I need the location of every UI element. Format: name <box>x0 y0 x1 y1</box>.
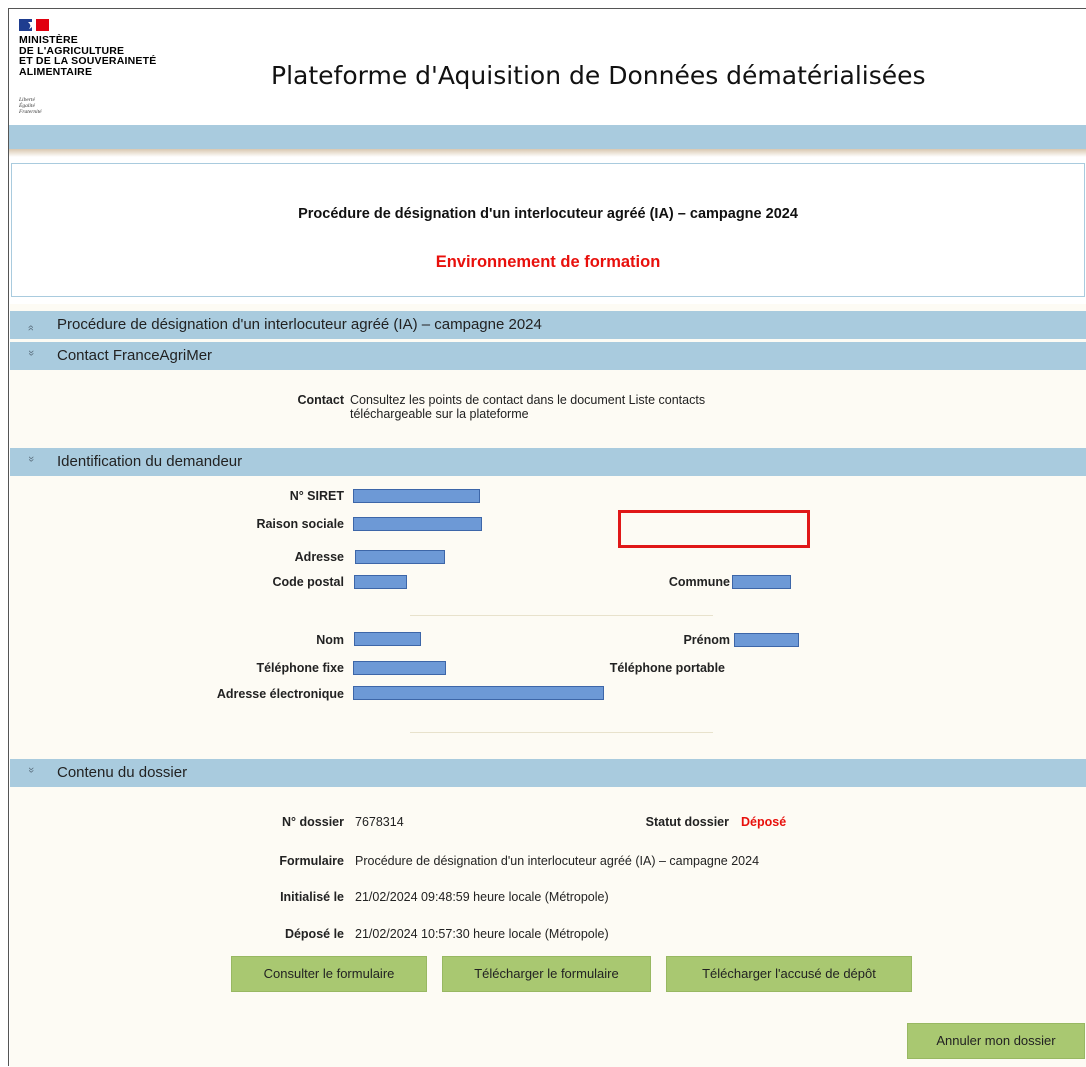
divider <box>410 732 713 733</box>
nom-label: Nom <box>316 633 344 647</box>
chevron-double-up-icon: » <box>25 324 37 331</box>
republic-motto: Liberté Égalité Fraternité <box>19 97 42 115</box>
adresse-label: Adresse <box>294 550 344 564</box>
raison-sociale-redacted <box>353 517 482 531</box>
dossier-number-label: N° dossier <box>282 815 344 829</box>
code-postal-label: Code postal <box>272 575 344 589</box>
top-nav-bar <box>9 125 1086 149</box>
nom-redacted <box>354 632 421 646</box>
section-header-procedure[interactable]: » Procédure de désignation d'un interloc… <box>10 311 1086 339</box>
formulaire-label: Formulaire <box>279 854 344 868</box>
main-content: » Procédure de désignation d'un interloc… <box>10 304 1086 1067</box>
code-postal-redacted <box>354 575 407 589</box>
telecharger-accuse-button[interactable]: Télécharger l'accusé de dépôt <box>666 956 912 992</box>
commune-label: Commune <box>668 575 730 589</box>
section-label: Contact FranceAgriMer <box>57 347 213 364</box>
chevron-double-down-icon: » <box>25 767 37 774</box>
commune-redacted <box>732 575 791 589</box>
initialise-value: 21/02/2024 09:48:59 heure locale (Métrop… <box>355 890 609 904</box>
section-header-dossier[interactable]: » Contenu du dossier <box>10 759 1086 787</box>
section-header-contact[interactable]: » Contact FranceAgriMer <box>10 342 1086 370</box>
raison-sociale-label: Raison sociale <box>256 517 344 531</box>
section-label: Procédure de désignation d'un interlocut… <box>57 316 542 333</box>
banner-title: Procédure de désignation d'un interlocut… <box>298 206 798 222</box>
top-bar-shadow <box>9 149 1086 157</box>
chevron-double-down-icon: » <box>25 350 37 357</box>
contact-label: Contact <box>297 393 344 407</box>
status-value: Déposé <box>741 815 787 829</box>
marianne-flag-icon <box>19 19 49 31</box>
depose-label: Déposé le <box>284 927 344 941</box>
status-label: Statut dossier <box>645 815 729 829</box>
tel-fixe-redacted <box>353 661 446 675</box>
siret-label: N° SIRET <box>289 489 344 503</box>
email-redacted <box>353 686 604 700</box>
prenom-redacted <box>734 633 799 647</box>
annuler-dossier-button[interactable]: Annuler mon dossier <box>907 1023 1085 1059</box>
depose-value: 21/02/2024 10:57:30 heure locale (Métrop… <box>355 927 609 941</box>
contact-text-line2: téléchargeable sur la plateforme <box>350 407 529 421</box>
app-title: Plateforme d'Aquisition de Données démat… <box>271 61 926 90</box>
initialise-label: Initialisé le <box>280 890 344 904</box>
email-label: Adresse électronique <box>216 687 344 701</box>
section-label: Identification du demandeur <box>57 453 243 470</box>
telecharger-formulaire-button[interactable]: Télécharger le formulaire <box>442 956 651 992</box>
tel-portable-label: Téléphone portable <box>609 661 725 675</box>
tel-fixe-label: Téléphone fixe <box>256 661 344 675</box>
consulter-formulaire-button[interactable]: Consulter le formulaire <box>231 956 427 992</box>
environment-notice: Environnement de formation <box>435 253 661 271</box>
page-banner: Procédure de désignation d'un interlocut… <box>11 163 1085 297</box>
divider <box>410 615 713 616</box>
chevron-double-down-icon: » <box>25 456 37 463</box>
contact-text-line1: Consultez les points de contact dans le … <box>350 393 706 407</box>
formulaire-value: Procédure de désignation d'un interlocut… <box>355 854 760 868</box>
section-label: Contenu du dossier <box>57 764 188 781</box>
adresse-redacted <box>355 550 445 564</box>
siret-redacted <box>353 489 480 503</box>
page-frame: MINISTÈRE DE L'AGRICULTURE ET DE LA SOUV… <box>8 8 1086 1067</box>
ministry-name: MINISTÈRE DE L'AGRICULTURE ET DE LA SOUV… <box>19 34 157 78</box>
prenom-label: Prénom <box>683 633 730 647</box>
dossier-number-value: 7678314 <box>355 815 404 829</box>
section-header-identification[interactable]: » Identification du demandeur <box>10 448 1086 476</box>
status-highlight-box <box>618 510 810 548</box>
